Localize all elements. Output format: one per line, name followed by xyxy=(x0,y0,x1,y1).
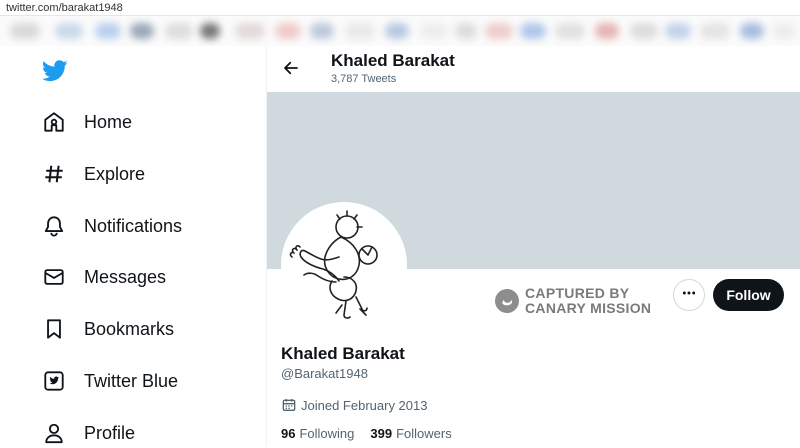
envelope-icon xyxy=(42,265,66,289)
watermark: CAPTURED BY CANARY MISSION xyxy=(495,286,651,316)
sidebar: Home Explore Notifications Messages Book… xyxy=(0,46,266,446)
following-count: 96 xyxy=(281,426,296,441)
header-name: Khaled Barakat xyxy=(331,51,455,70)
avatar[interactable] xyxy=(281,202,407,328)
more-options-button[interactable] xyxy=(673,279,705,311)
profile-header: Khaled Barakat 3,787 Tweets xyxy=(267,46,800,92)
join-date-text: Joined February 2013 xyxy=(301,397,428,413)
sidebar-item-explore[interactable]: Explore xyxy=(42,159,145,189)
followers-count: 399 xyxy=(370,426,393,441)
following-label: Following xyxy=(299,426,355,441)
sidebar-item-home[interactable]: Home xyxy=(42,107,132,137)
twitter-blue-icon xyxy=(42,369,66,393)
join-date: Joined February 2013 xyxy=(281,397,427,413)
sidebar-item-label: Explore xyxy=(84,163,146,184)
bookmarks-bar xyxy=(0,16,800,46)
profile-handle: @Barakat1948 xyxy=(281,366,368,381)
bookmark-icon xyxy=(42,317,66,341)
followers-label: Followers xyxy=(396,426,452,441)
sidebar-item-bookmarks[interactable]: Bookmarks xyxy=(42,314,174,344)
profile-main: Khaled Barakat 3,787 Tweets CAPTURED BY … xyxy=(266,46,800,446)
watermark-line2: CANARY MISSION xyxy=(525,300,652,316)
back-arrow-icon[interactable] xyxy=(279,56,303,80)
sidebar-item-label: Notifications xyxy=(84,215,183,236)
address-bar[interactable]: twitter.com/barakat1948 xyxy=(0,0,800,16)
sidebar-item-label: Messages xyxy=(84,266,167,287)
profile-name: Khaled Barakat xyxy=(281,344,405,363)
twitter-bird-icon[interactable] xyxy=(41,60,68,82)
header-tweet-count: 3,787 Tweets xyxy=(331,73,397,85)
sidebar-item-twitter-blue[interactable]: Twitter Blue xyxy=(42,366,178,396)
follow-stats: 96 Following 399 Followers xyxy=(281,426,468,441)
sidebar-item-notifications[interactable]: Notifications xyxy=(42,211,182,241)
sidebar-item-label: Home xyxy=(84,111,133,132)
sidebar-item-label: Bookmarks xyxy=(84,318,175,339)
calendar-icon xyxy=(281,397,297,413)
home-icon xyxy=(42,110,66,134)
watermark-text: CAPTURED BY CANARY MISSION xyxy=(525,286,651,316)
follow-button[interactable]: Follow xyxy=(713,279,784,311)
watermark-line1: CAPTURED BY xyxy=(525,285,630,301)
sidebar-item-messages[interactable]: Messages xyxy=(42,262,166,292)
bell-icon xyxy=(42,214,66,238)
canary-logo-icon xyxy=(495,289,519,313)
hashtag-icon xyxy=(42,162,66,186)
sidebar-item-label: Profile xyxy=(84,422,136,443)
followers-link[interactable]: 399 Followers xyxy=(370,426,451,441)
following-link[interactable]: 96 Following xyxy=(281,426,354,441)
sidebar-item-label: Twitter Blue xyxy=(84,370,179,391)
person-icon xyxy=(42,421,66,445)
ellipsis-icon xyxy=(681,285,697,306)
sidebar-item-profile[interactable]: Profile xyxy=(42,418,135,448)
url-text: twitter.com/barakat1948 xyxy=(6,2,123,14)
